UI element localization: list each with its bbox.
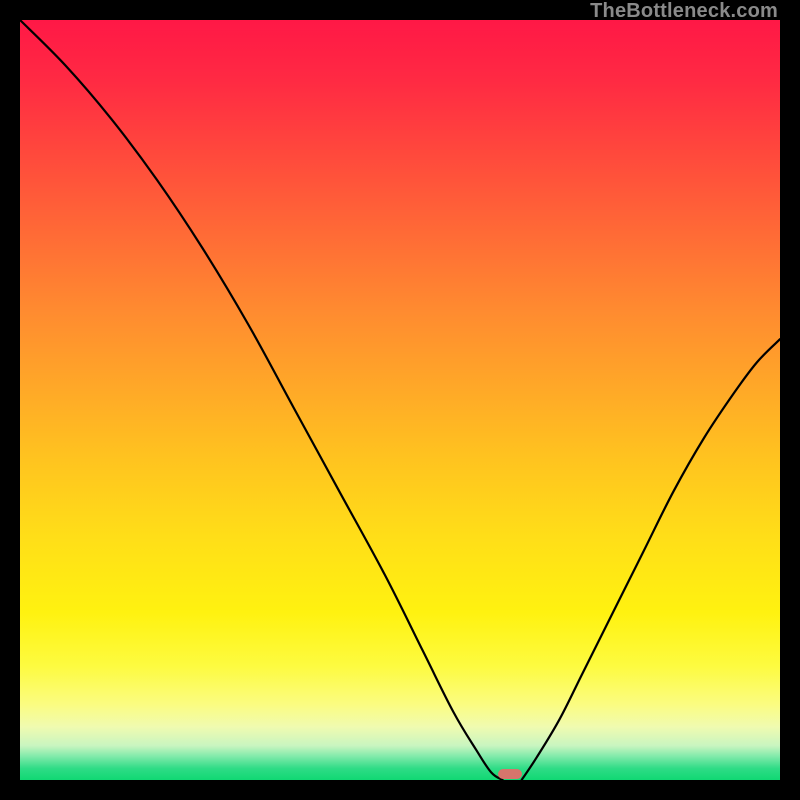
trough-marker	[498, 769, 522, 780]
chart-frame: TheBottleneck.com	[0, 0, 800, 800]
curve-left-branch	[20, 20, 503, 780]
bottleneck-curve	[20, 20, 780, 780]
curve-right-branch	[522, 339, 780, 780]
